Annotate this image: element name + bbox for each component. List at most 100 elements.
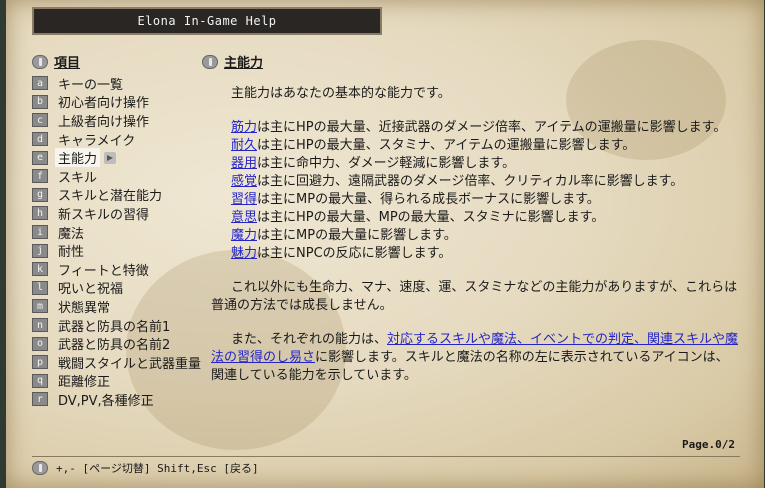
stat-link[interactable]: 感覚: [231, 174, 257, 189]
stat-link[interactable]: 器用: [231, 156, 257, 171]
paragraph-text: また、それぞれの能力は、: [231, 332, 388, 347]
stat-description: 魅力は主にNPCの反応に影響します。: [231, 245, 741, 263]
menu-item-label: キャラメイク: [58, 133, 136, 149]
key-badge: b: [32, 94, 48, 109]
key-badge: m: [32, 299, 48, 314]
menu-item-label: スキル: [58, 170, 98, 186]
topics-label: 項目: [54, 56, 81, 71]
paragraph: また、それぞれの能力は、対応するスキルや魔法、イベントでの判定、関連スキルや魔法…: [211, 331, 741, 385]
stat-text: は主にNPCの反応に影響します。: [257, 246, 452, 261]
stat-description: 耐久は主にHPの最大量、スタミナ、アイテムの運搬量に影響します。: [231, 137, 741, 155]
intro-text: 主能力はあなたの基本的な能力です。: [231, 86, 451, 101]
key-badge: l: [32, 280, 48, 295]
menu-item-a[interactable]: a キーの一覧: [32, 74, 201, 93]
menu-item-k[interactable]: k フィートと特徴: [32, 260, 201, 279]
key-badge: r: [32, 392, 48, 407]
menu-item-label: 戦闘スタイルと武器重量: [58, 356, 202, 372]
key-badge: n: [32, 318, 48, 333]
menu-item-label: 耐性: [58, 245, 85, 261]
stat-text: は主に命中力、ダメージ軽減に影響します。: [257, 156, 516, 171]
key-badge: p: [32, 355, 48, 370]
menu-item-o[interactable]: o 武器と防具の名前2: [32, 334, 201, 353]
menu-item-label: 上級者向け操作: [58, 114, 150, 130]
topic-menu: a キーの一覧 b 初心者向け操作 c 上級者向け操作 d キャラメイク e 主能力 f スキル g スキ…: [32, 74, 201, 409]
key-badge: g: [32, 187, 48, 202]
key-badge: a: [32, 76, 48, 91]
stat-description: 感覚は主に回避力、遠隔武器のダメージ倍率、クリティカル率に影響します。: [231, 173, 741, 191]
lightbulb-icon: [32, 461, 48, 475]
selection-cursor-icon: [104, 151, 117, 164]
menu-item-label: 初心者向け操作: [58, 96, 150, 112]
stat-link[interactable]: 意思: [231, 210, 257, 225]
menu-item-label: 新スキルの習得: [58, 207, 150, 223]
key-badge: h: [32, 206, 48, 221]
stat-description: 筋力は主にHPの最大量、近接武器のダメージ倍率、アイテムの運搬量に影響します。: [231, 119, 741, 137]
key-badge: q: [32, 373, 48, 388]
menu-item-label: スキルと潜在能力: [58, 189, 163, 205]
stat-text: は主に回避力、遠隔武器のダメージ倍率、クリティカル率に影響します。: [257, 174, 684, 189]
lightbulb-icon: [202, 54, 218, 69]
stat-list: 筋力は主にHPの最大量、近接武器のダメージ倍率、アイテムの運搬量に影響します。耐…: [211, 119, 741, 263]
menu-item-r[interactable]: r DV,PV,各種修正: [32, 390, 201, 409]
menu-item-label: 武器と防具の名前1: [58, 319, 171, 335]
window-title-bar: Elona In-Game Help: [32, 7, 382, 35]
stat-description: 習得は主にMPの最大量、得られる成長ボーナスに影響します。: [231, 191, 741, 209]
stat-link[interactable]: 魔力: [231, 228, 257, 243]
help-content: 主能力はあなたの基本的な能力です。 筋力は主にHPの最大量、近接武器のダメージ倍…: [211, 85, 741, 385]
key-badge: j: [32, 243, 48, 258]
menu-item-label: キーの一覧: [58, 77, 124, 93]
stat-text: は主にMPの最大量に影響します。: [257, 228, 457, 243]
menu-item-c[interactable]: c 上級者向け操作: [32, 111, 201, 130]
menu-item-g[interactable]: g スキルと潜在能力: [32, 186, 201, 205]
menu-item-label: 距離修正: [58, 375, 111, 391]
stat-description: 器用は主に命中力、ダメージ軽減に影響します。: [231, 155, 741, 173]
menu-item-label: 呪いと祝福: [58, 282, 124, 298]
menu-item-i[interactable]: i 魔法: [32, 223, 201, 242]
menu-item-label: 武器と防具の名前2: [58, 338, 171, 354]
key-badge: k: [32, 262, 48, 277]
page-indicator: Page.0/2: [682, 438, 735, 451]
key-badge: i: [32, 225, 48, 240]
topics-header: 項目: [32, 52, 80, 71]
menu-item-label: DV,PV,各種修正: [58, 393, 154, 409]
menu-item-e[interactable]: e 主能力: [32, 148, 201, 168]
key-badge: c: [32, 113, 48, 128]
key-badge: e: [32, 150, 48, 165]
footer-hint-bar: +,- [ページ切替] Shift,Esc [戻る]: [32, 460, 259, 476]
stat-link[interactable]: 習得: [231, 192, 257, 207]
key-badge: o: [32, 336, 48, 351]
key-badge: f: [32, 169, 48, 184]
menu-item-p[interactable]: p 戦闘スタイルと武器重量: [32, 353, 201, 372]
menu-item-label: 魔法: [58, 226, 85, 242]
key-hint: +,- [ページ切替] Shift,Esc [戻る]: [56, 462, 259, 475]
menu-item-j[interactable]: j 耐性: [32, 241, 201, 260]
stat-text: は主にMPの最大量、得られる成長ボーナスに影響します。: [257, 192, 600, 207]
footer-divider: [32, 456, 740, 457]
menu-item-label: 状態異常: [58, 300, 111, 316]
window-title: Elona In-Game Help: [137, 14, 277, 28]
stat-text: は主にHPの最大量、MPの最大量、スタミナに影響します。: [257, 210, 605, 225]
stat-description: 意思は主にHPの最大量、MPの最大量、スタミナに影響します。: [231, 209, 741, 227]
menu-item-f[interactable]: f スキル: [32, 167, 201, 186]
topic-title: 主能力: [224, 56, 264, 71]
paragraph: これ以外にも生命力、マナ、速度、運、スタミナなどの主能力がありますが、これらは普…: [211, 280, 738, 313]
stat-text: は主にHPの最大量、近接武器のダメージ倍率、アイテムの運搬量に影響します。: [257, 120, 727, 135]
menu-item-l[interactable]: l 呪いと祝福: [32, 279, 201, 298]
stat-text: は主にHPの最大量、スタミナ、アイテムの運搬量に影響します。: [257, 138, 636, 153]
topic-title-header: 主能力: [202, 52, 263, 71]
stat-link[interactable]: 耐久: [231, 138, 257, 153]
menu-item-n[interactable]: n 武器と防具の名前1: [32, 316, 201, 335]
stat-link[interactable]: 筋力: [231, 120, 257, 135]
stat-link[interactable]: 魅力: [231, 246, 257, 261]
menu-item-label: 主能力: [55, 148, 101, 168]
lightbulb-icon: [32, 54, 48, 69]
menu-item-d[interactable]: d キャラメイク: [32, 130, 201, 149]
key-badge: d: [32, 132, 48, 147]
menu-item-m[interactable]: m 状態異常: [32, 297, 201, 316]
menu-item-label: フィートと特徴: [58, 263, 149, 279]
menu-item-q[interactable]: q 距離修正: [32, 372, 201, 391]
stat-description: 魔力は主にMPの最大量に影響します。: [231, 227, 741, 245]
menu-item-b[interactable]: b 初心者向け操作: [32, 93, 201, 112]
help-window: Elona In-Game Help 項目 主能力 a キーの一覧 b 初心者向け操作…: [6, 0, 764, 488]
menu-item-h[interactable]: h 新スキルの習得: [32, 204, 201, 223]
